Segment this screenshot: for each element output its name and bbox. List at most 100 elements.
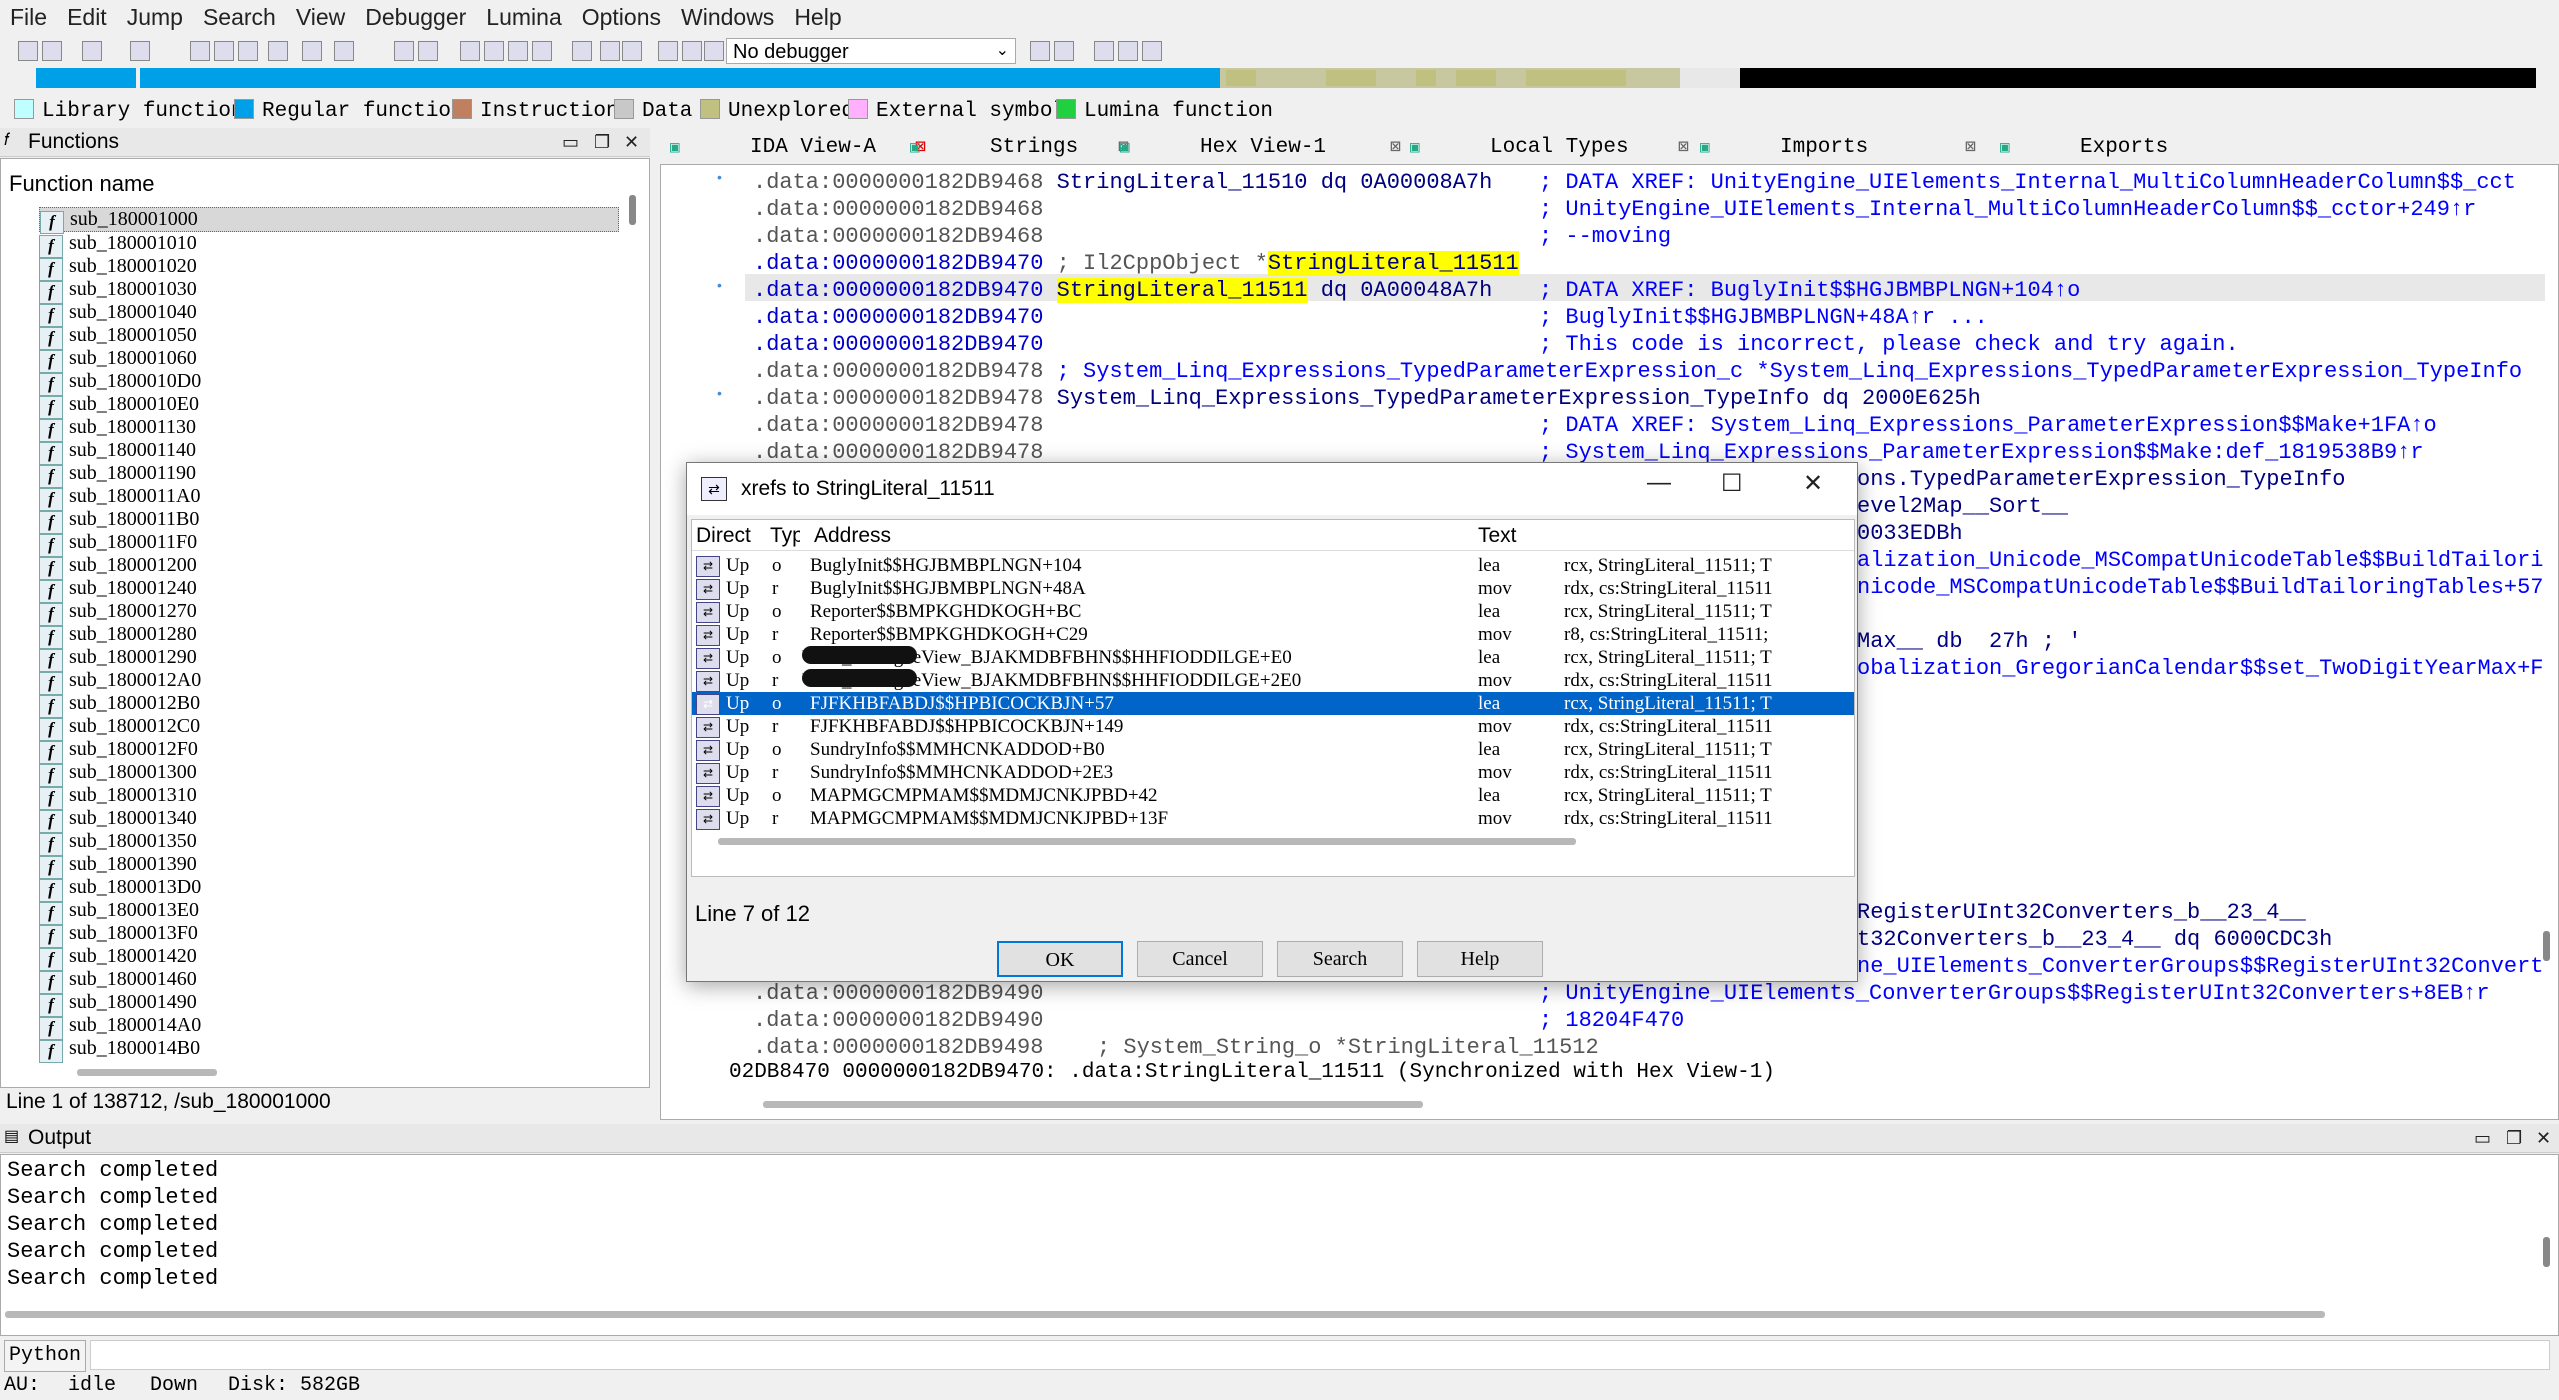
cancel-button[interactable]: Cancel	[1137, 941, 1263, 977]
xref-row[interactable]: ⇄ Up r View_DialogueView_BJAKMDBFBHN$$HHFIO…	[692, 669, 1854, 692]
ida-vscrollbar[interactable]	[2543, 931, 2550, 961]
function-list-item[interactable]: f sub_1800012A0	[39, 669, 619, 695]
function-list-item[interactable]: f sub_180001280	[39, 623, 619, 649]
disasm-fragment[interactable]: ne_UIElements_ConverterGroups$$RegisterU…	[1857, 953, 2544, 980]
output-hscrollbar[interactable]	[5, 1311, 2325, 1318]
menu-item-view[interactable]: View	[286, 0, 355, 31]
function-list-item[interactable]: f sub_180001130	[39, 416, 619, 442]
ok-button[interactable]: OK	[997, 941, 1123, 977]
forward-icon[interactable]	[130, 41, 150, 61]
function-list-item[interactable]: f sub_1800014B0	[39, 1037, 619, 1063]
xref-row[interactable]: ⇄ Up o View_DialogueView_BJAKMDBFBHN$$HHFIO…	[692, 646, 1854, 669]
python-input[interactable]	[90, 1340, 2550, 1370]
tab-local-types[interactable]: ▣ Local Types ⊠	[1410, 132, 1708, 164]
menu-item-lumina[interactable]: Lumina	[476, 0, 571, 31]
code-icon[interactable]	[460, 41, 480, 61]
xref-row[interactable]: ⇄ Up r SundryInfo$$MMHCNKADDOD+2E3 mov rdx, c…	[692, 761, 1854, 784]
disasm-line[interactable]: .data:0000000182DB9478 System_Linq_Expre…	[753, 385, 1981, 412]
array-icon[interactable]	[532, 41, 552, 61]
tab-close-icon[interactable]: ⊠	[1390, 132, 1401, 164]
close-icon[interactable]: ✕	[624, 132, 639, 153]
column-address[interactable]: Address	[814, 524, 891, 548]
undefine-icon[interactable]	[572, 41, 592, 61]
function-list-item[interactable]: f sub_1800010E0	[39, 393, 619, 419]
window-icon[interactable]	[1094, 41, 1114, 61]
xref-row[interactable]: ⇄ Up o FJFKHBFABDJ$$HPBICOCKBJN+57 lea rcx, S…	[692, 692, 1854, 715]
output-vscrollbar[interactable]	[2543, 1237, 2550, 1267]
breakpoint-icon[interactable]	[622, 41, 642, 61]
function-list-item[interactable]: f sub_1800010D0	[39, 370, 619, 396]
close-icon[interactable]: ✕	[1803, 469, 1823, 498]
disasm-comment[interactable]: ; 18204F470	[1539, 1007, 1684, 1034]
minimize-icon[interactable]: —	[1647, 469, 1671, 497]
run-icon[interactable]	[658, 41, 678, 61]
disasm-fragment[interactable]: alization_Unicode_MSCompatUnicodeTable$$…	[1857, 547, 2544, 574]
xref-row[interactable]: ⇄ Up o SundryInfo$$MMHCNKADDOD+B0 lea rcx, St…	[692, 738, 1854, 761]
output-panel[interactable]: Search completed Search completed Search c…	[0, 1154, 2559, 1336]
jump-icon[interactable]	[302, 41, 322, 61]
text-icon[interactable]	[334, 41, 354, 61]
xref-row[interactable]: ⇄ Up r Reporter$$BMPKGHDKOGH+C29 mov r8, cs:S…	[692, 623, 1854, 646]
tab-ida-view-a[interactable]: ▣ IDA View-A ⊠	[670, 132, 945, 164]
function-list-item[interactable]: f sub_1800012F0	[39, 738, 619, 764]
function-list-item[interactable]: f sub_180001300	[39, 761, 619, 787]
restore-icon[interactable]: ❐	[594, 132, 610, 153]
function-list-item[interactable]: f sub_180001390	[39, 853, 619, 879]
xref-row[interactable]: ⇄ Up r MAPMGCMPMAM$$MDMJCNKJPBD+13F mov rdx, …	[692, 807, 1854, 830]
menu-item-jump[interactable]: Jump	[117, 0, 193, 31]
function-list-item[interactable]: f sub_1800013F0	[39, 922, 619, 948]
disasm-comment[interactable]: ; --moving	[1539, 223, 1671, 250]
xref-row[interactable]: ⇄ Up r FJFKHBFABDJ$$HPBICOCKBJN+149 mov rdx, …	[692, 715, 1854, 738]
tab-imports[interactable]: ▣ Imports ⊠	[1700, 132, 1995, 164]
function-list-item[interactable]: f sub_180001240	[39, 577, 619, 603]
menu-item-help[interactable]: Help	[784, 0, 851, 31]
menu-item-options[interactable]: Options	[572, 0, 671, 31]
function-list-item[interactable]: f sub_180001140	[39, 439, 619, 465]
menu-item-edit[interactable]: Edit	[57, 0, 117, 31]
disasm-line[interactable]: .data:0000000182DB9468	[753, 223, 1057, 250]
disasm-comment[interactable]: ; DATA XREF: BuglyInit$$HGJBMBPLNGN+104↑…	[1539, 277, 2080, 304]
function-list-item[interactable]: f sub_1800011B0	[39, 508, 619, 534]
disasm-line[interactable]: .data:0000000182DB9470 ; Il2CppObject *S…	[753, 250, 1519, 277]
tab-strings[interactable]: ▣ Strings ⊠	[910, 132, 1148, 164]
back-icon[interactable]	[82, 41, 102, 61]
tab-close-icon[interactable]: ⊠	[1678, 132, 1689, 164]
function-list-item[interactable]: f sub_180001290	[39, 646, 619, 672]
disasm-fragment[interactable]: RegisterUInt32Converters_b__23_4__	[1857, 899, 2306, 926]
functions-scrollbar[interactable]	[629, 195, 636, 225]
search-icon[interactable]	[190, 41, 210, 61]
highlighted-symbol[interactable]: StringLiteral_11511	[1267, 251, 1519, 276]
function-list-item[interactable]: f sub_180001420	[39, 945, 619, 971]
sync-icon[interactable]	[1030, 41, 1050, 61]
search-text-icon[interactable]	[238, 41, 258, 61]
function-list-item[interactable]: f sub_180001350	[39, 830, 619, 856]
xref-icon[interactable]	[1142, 41, 1162, 61]
disasm-line[interactable]: .data:0000000182DB9470	[753, 331, 1057, 358]
ida-hscrollbar[interactable]	[763, 1101, 1423, 1108]
disasm-fragment[interactable]: ons.TypedParameterExpression_TypeInfo	[1857, 466, 2345, 493]
python-button[interactable]: Python	[4, 1340, 86, 1372]
data-icon[interactable]	[484, 41, 504, 61]
disasm-fragment[interactable]: t32Converters_b__23_4__ dq 6000CDC3h	[1857, 926, 2332, 953]
copy-icon[interactable]	[268, 41, 288, 61]
xrefs-hscrollbar[interactable]	[718, 838, 1576, 845]
column-type[interactable]: Typ	[770, 524, 800, 548]
column-text[interactable]: Text	[1478, 524, 1517, 548]
function-list-item[interactable]: f sub_180001460	[39, 968, 619, 994]
disasm-line[interactable]: .data:0000000182DB9468 StringLiteral_115…	[753, 169, 1492, 196]
function-list-item[interactable]: f sub_180001060	[39, 347, 619, 373]
disasm-fragment[interactable]: 0033EDBh	[1857, 520, 1963, 547]
open-icon[interactable]	[18, 41, 38, 61]
minimize-icon[interactable]: ▭	[562, 132, 579, 153]
menu-item-search[interactable]: Search	[193, 0, 286, 31]
function-list-item[interactable]: f sub_180001490	[39, 991, 619, 1017]
xref-row[interactable]: ⇄ Up o BuglyInit$$HGJBMBPLNGN+104 lea rcx, St…	[692, 554, 1854, 577]
disasm-comment[interactable]: ; BuglyInit$$HGJBMBPLNGN+48A↑r ...	[1539, 304, 1988, 331]
function-list-item[interactable]: f sub_1800014A0	[39, 1014, 619, 1040]
xref-row[interactable]: ⇄ Up o Reporter$$BMPKGHDKOGH+BC lea rcx, Stri…	[692, 600, 1854, 623]
xref-row[interactable]: ⇄ Up r BuglyInit$$HGJBMBPLNGN+48A mov rdx, cs…	[692, 577, 1854, 600]
function-list-item[interactable]: f sub_180001270	[39, 600, 619, 626]
function-list-item[interactable]: f sub_180001190	[39, 462, 619, 488]
column-direction[interactable]: Direct	[696, 524, 754, 548]
pause-icon[interactable]	[682, 41, 702, 61]
